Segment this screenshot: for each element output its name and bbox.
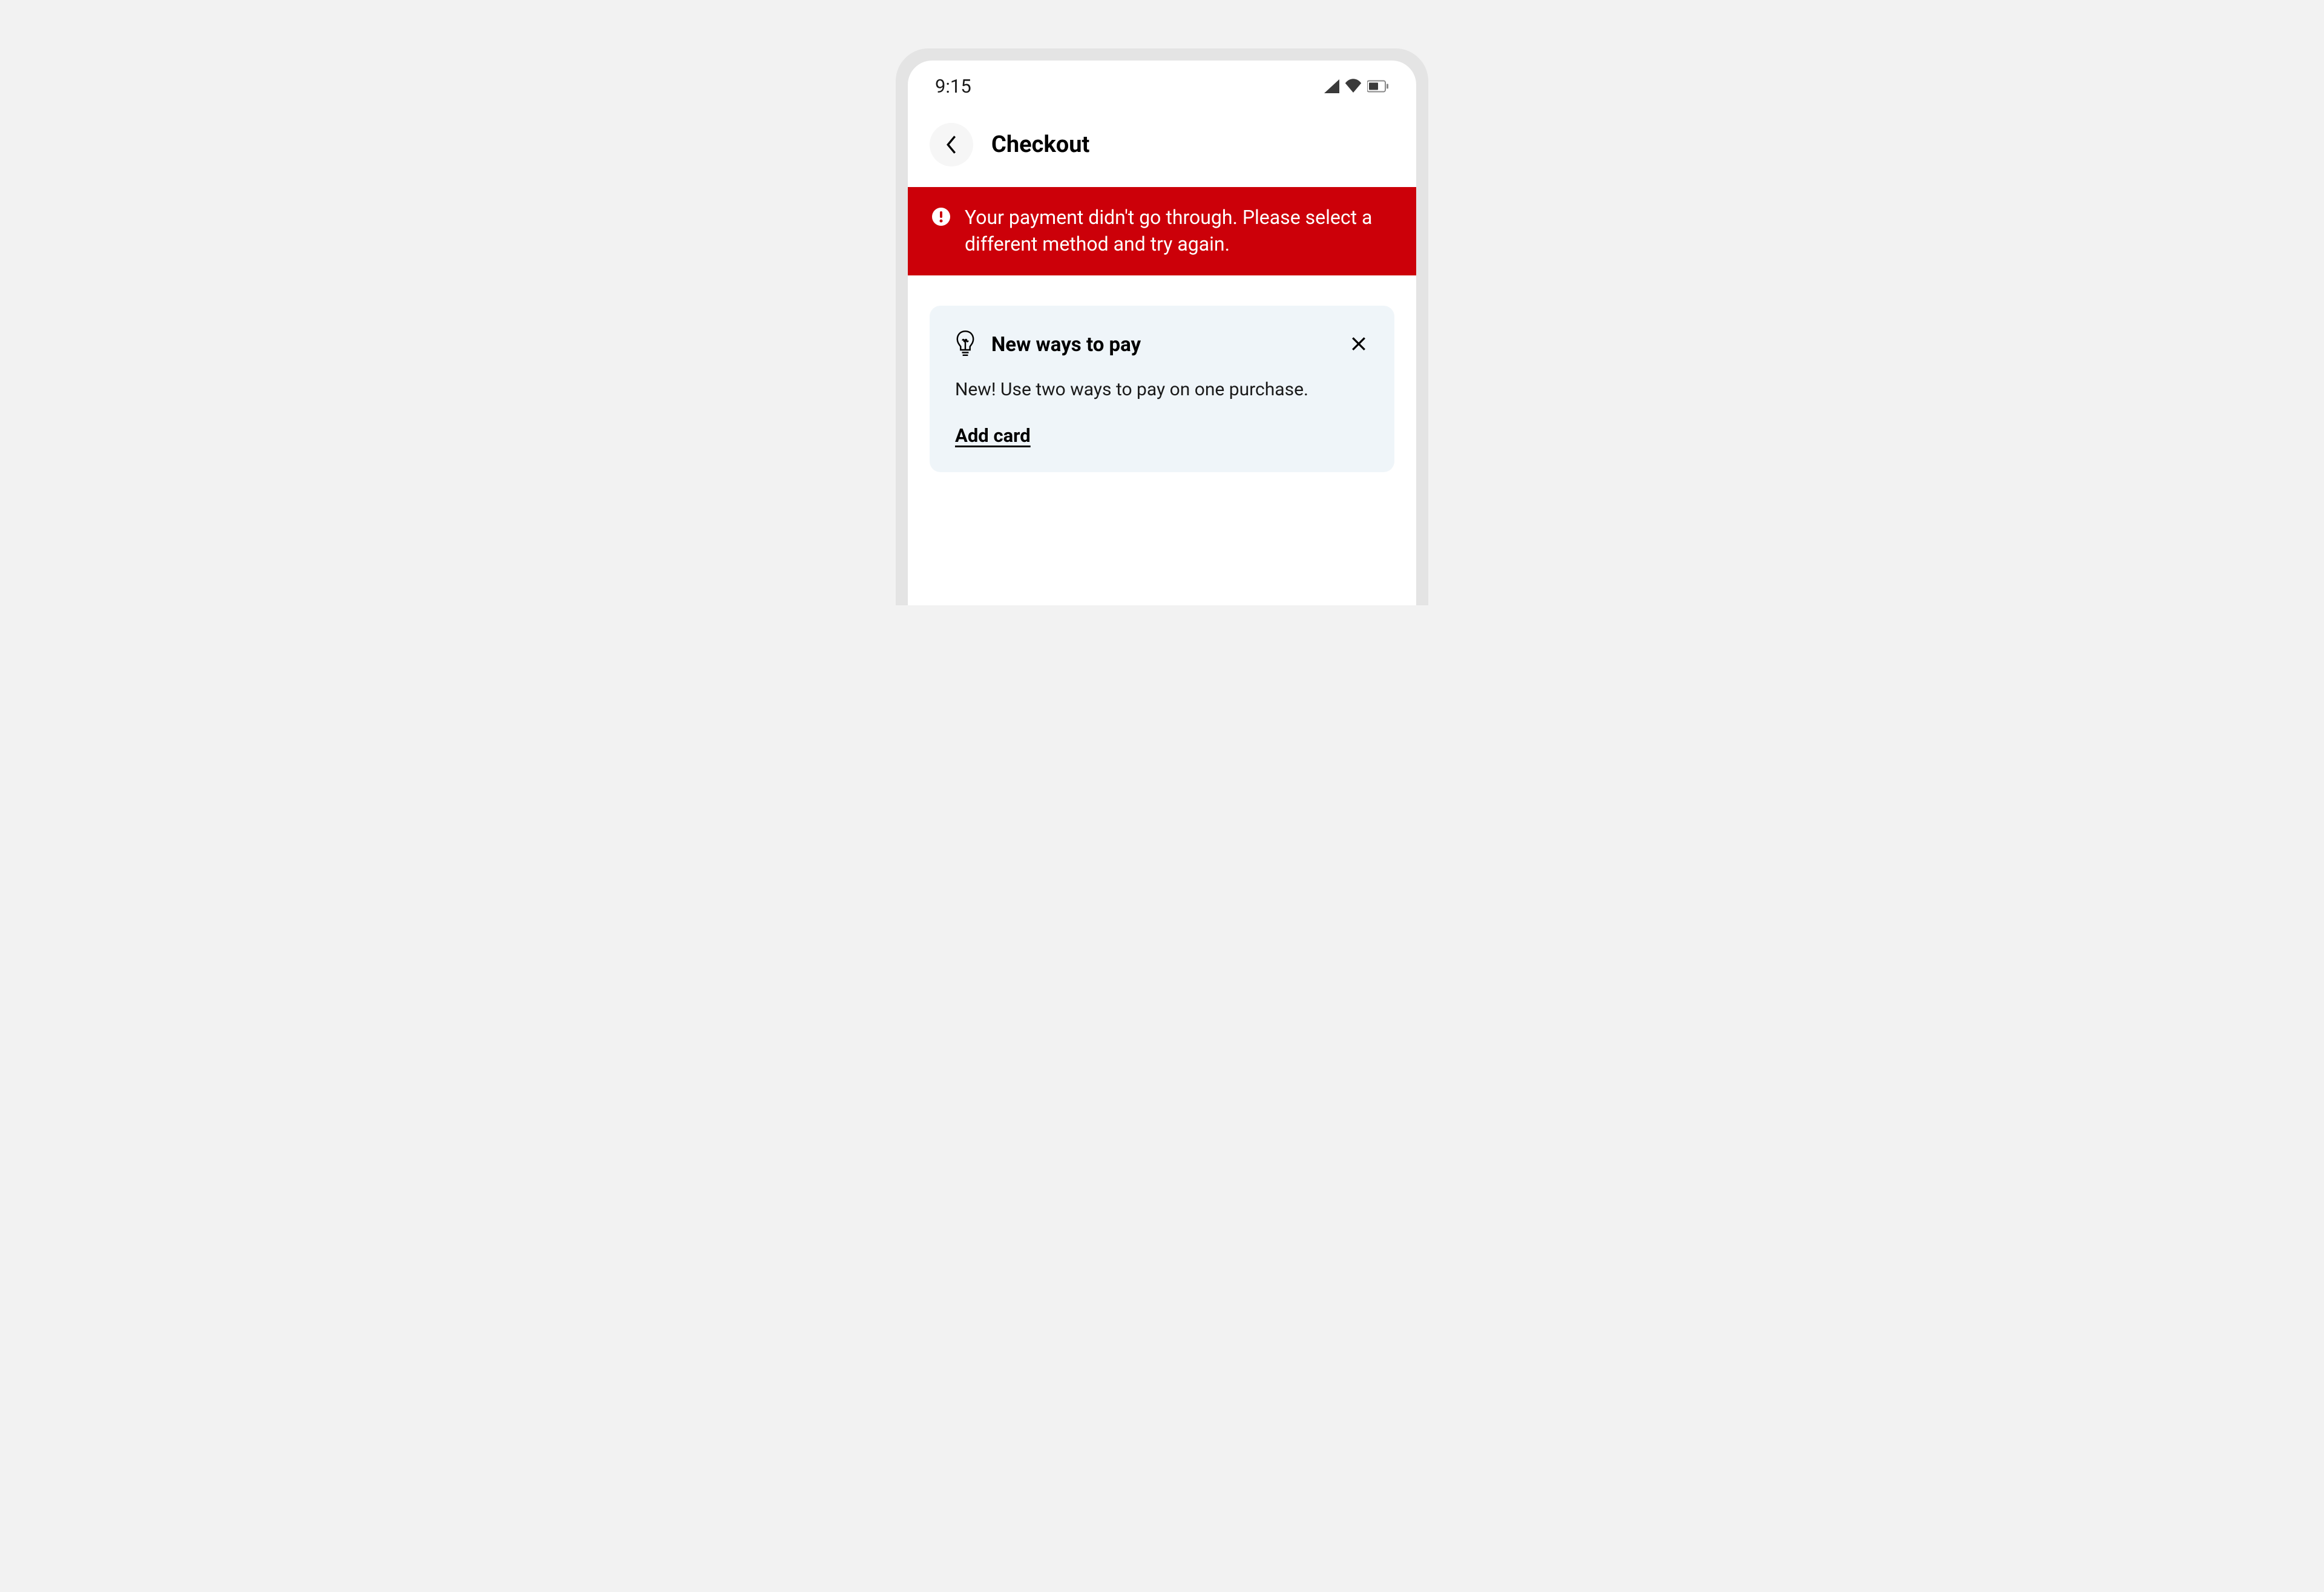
phone-frame: 9:15 (896, 48, 1428, 605)
info-card-header: New ways to pay (955, 330, 1369, 359)
status-bar: 9:15 (908, 61, 1416, 108)
error-message: Your payment didn't go through. Please s… (965, 204, 1392, 257)
page-title: Checkout (991, 131, 1089, 158)
alert-icon (932, 208, 950, 228)
wifi-icon (1344, 78, 1362, 95)
info-card-title-wrap: New ways to pay (955, 330, 1141, 359)
lightbulb-icon (955, 330, 976, 359)
phone-screen: 9:15 (908, 61, 1416, 605)
close-icon (1351, 336, 1367, 352)
cellular-signal-icon (1324, 79, 1339, 93)
info-card: New ways to pay New! Use two ways to pay… (930, 306, 1394, 472)
battery-icon (1367, 80, 1389, 93)
status-time: 9:15 (935, 75, 971, 97)
chevron-left-icon (945, 135, 957, 154)
add-card-link[interactable]: Add card (955, 424, 1031, 447)
page-header: Checkout (908, 108, 1416, 187)
back-button[interactable] (930, 123, 973, 166)
close-button[interactable] (1348, 334, 1369, 356)
error-banner: Your payment didn't go through. Please s… (908, 187, 1416, 275)
status-icons (1324, 78, 1389, 95)
info-card-body: New! Use two ways to pay on one purchase… (955, 377, 1369, 403)
info-card-title: New ways to pay (991, 333, 1141, 357)
